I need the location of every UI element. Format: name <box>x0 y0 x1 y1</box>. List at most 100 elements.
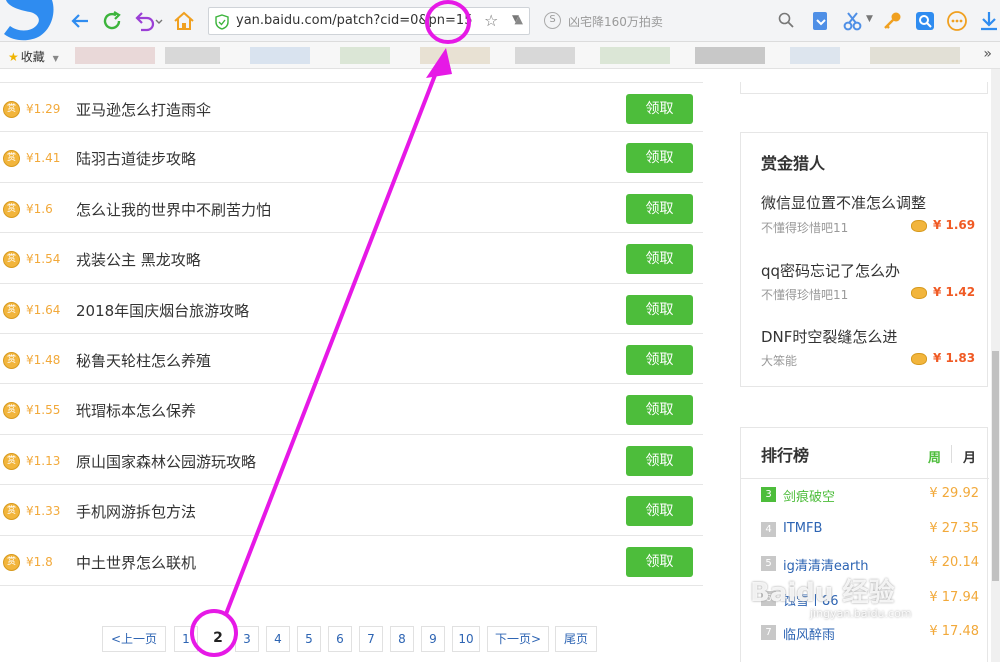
screenshot-scissors-icon[interactable] <box>842 10 864 32</box>
bookmark-item[interactable] <box>695 47 765 64</box>
question-title-link[interactable]: 秘鲁天轮柱怎么养殖 <box>76 350 211 371</box>
claim-button[interactable]: 领取 <box>626 496 693 527</box>
question-title-link[interactable]: 戎装公主 黑龙攻略 <box>76 249 201 270</box>
bookmark-item[interactable] <box>870 47 960 64</box>
reward-amount: ¥1.8 <box>26 554 53 569</box>
undo-icon[interactable] <box>132 9 164 33</box>
tab-week[interactable]: 周 <box>928 447 941 466</box>
favorites-label: 收藏 <box>20 50 45 64</box>
claim-button[interactable]: 领取 <box>626 546 693 577</box>
question-title-link[interactable]: 2018年国庆烟台旅游攻略 <box>76 300 249 321</box>
page-link[interactable]: 3 <box>235 626 259 652</box>
tab-divider <box>951 445 952 463</box>
key-icon[interactable] <box>882 10 904 32</box>
page-link[interactable]: 4 <box>266 626 290 652</box>
bounty-user[interactable]: 不懂得珍惜吧11 <box>761 219 848 236</box>
back-arrow-icon[interactable] <box>68 9 92 33</box>
question-title-link[interactable]: 怎么让我的世界中不刷苦力怕 <box>76 199 271 220</box>
search-box[interactable]: S 凶宅降160万拍卖 <box>537 8 799 34</box>
search-icon[interactable] <box>777 11 795 29</box>
leaderboard-row[interactable]: 7 临风醉雨 ¥ 17.48 <box>761 623 979 643</box>
browser-toolbar: yan.baidu.com/patch?cid=0&pn=15 ▲ ☆ ▼ S … <box>0 0 1000 42</box>
chevron-down-icon[interactable]: ▼ <box>512 14 519 24</box>
home-icon[interactable] <box>172 9 196 33</box>
page-link[interactable]: 1 <box>174 626 198 652</box>
favorites-button[interactable]: ★ 收藏 ▼ <box>8 48 59 65</box>
claim-button[interactable]: 领取 <box>626 344 693 375</box>
last-page-button[interactable]: 尾页 <box>555 626 597 652</box>
bounty-user[interactable]: 大笨能 <box>761 352 797 369</box>
rank-number: 4 <box>761 522 776 537</box>
reward-coin-icon: 赏 <box>3 553 20 571</box>
next-page-button[interactable]: 下一页> <box>487 626 549 652</box>
page-link[interactable]: 9 <box>421 626 445 652</box>
claim-button[interactable]: 领取 <box>626 294 693 325</box>
reward-coin-icon: 赏 <box>3 402 20 420</box>
claim-button[interactable]: 领取 <box>626 395 693 426</box>
bookmark-item[interactable] <box>790 47 840 64</box>
leaderboard-row[interactable]: 4 ITMFB ¥ 27.35 <box>761 520 979 540</box>
question-title-link[interactable]: 手机网游拆包方法 <box>76 501 196 522</box>
bookmark-item[interactable] <box>515 47 575 64</box>
rank-user-link[interactable]: 临风醉雨 <box>783 624 835 643</box>
leaderboard-row[interactable]: 5 ig清清清earth ¥ 20.14 <box>761 554 979 574</box>
page-link[interactable]: 6 <box>328 626 352 652</box>
claim-button[interactable]: 领取 <box>626 244 693 275</box>
leaderboard-row[interactable]: 3 剑痕破空 ¥ 29.92 <box>761 485 979 505</box>
reader-search-icon[interactable] <box>914 10 936 32</box>
save-page-icon[interactable] <box>810 10 832 32</box>
bounty-user[interactable]: 不懂得珍惜吧11 <box>761 286 848 303</box>
question-title-link[interactable]: 玳瑁标本怎么保养 <box>76 400 196 421</box>
rank-number: 7 <box>761 625 776 640</box>
bookmark-item[interactable] <box>420 47 490 64</box>
bookmark-item[interactable] <box>165 47 220 64</box>
question-row: 赏 ¥1.54 戎装公主 黑龙攻略 领取 <box>0 233 703 284</box>
question-row: 赏 ¥1.6 怎么让我的世界中不刷苦力怕 领取 <box>0 183 703 234</box>
question-title-link[interactable]: 亚马逊怎么打造雨伞 <box>76 99 211 120</box>
bookmark-item[interactable] <box>75 47 155 64</box>
address-bar[interactable]: yan.baidu.com/patch?cid=0&pn=15 ▲ <box>208 7 530 35</box>
reward-amount: ¥1.54 <box>26 252 61 267</box>
page-link[interactable]: 5 <box>297 626 321 652</box>
reward-amount: ¥1.13 <box>26 453 61 468</box>
claim-button[interactable]: 领取 <box>626 94 693 124</box>
bounty-reward: ¥ 1.42 <box>911 285 975 299</box>
search-engine-icon[interactable]: S <box>544 12 561 29</box>
leaderboard-panel: 排行榜 周 月 3 剑痕破空 ¥ 29.92 4 ITMFB ¥ 27.35 5… <box>740 427 989 662</box>
bookmark-item[interactable] <box>250 47 310 64</box>
rank-amount: ¥ 29.92 <box>929 486 979 501</box>
download-icon[interactable] <box>978 10 1000 32</box>
claim-button[interactable]: 领取 <box>626 193 693 224</box>
bounty-question-link[interactable]: DNF时空裂缝怎么进 <box>761 326 897 347</box>
page-link[interactable]: 8 <box>390 626 414 652</box>
page-current[interactable]: 2 <box>206 626 230 652</box>
rank-user-link[interactable]: ITMFB <box>783 521 822 536</box>
more-menu-icon[interactable] <box>946 10 968 32</box>
bookmark-item[interactable] <box>600 47 670 64</box>
prev-page-button[interactable]: <上一页 <box>102 626 166 652</box>
page-link[interactable]: 7 <box>359 626 383 652</box>
chevron-down-icon[interactable]: ▼ <box>866 14 873 24</box>
tab-month[interactable]: 月 <box>963 447 976 466</box>
chevron-down-icon: ▼ <box>52 54 59 63</box>
bookmark-item[interactable] <box>340 47 390 64</box>
claim-button[interactable]: 领取 <box>626 143 693 174</box>
bounty-question-link[interactable]: qq密码忘记了怎么办 <box>761 260 900 281</box>
question-title-link[interactable]: 原山国家森林公园游玩攻略 <box>76 451 256 472</box>
refresh-icon[interactable] <box>100 9 124 33</box>
page-scrollbar[interactable] <box>991 69 1000 662</box>
favorite-star-icon[interactable]: ☆ <box>484 11 498 30</box>
more-bookmarks-icon[interactable]: » <box>983 46 992 62</box>
url-text[interactable]: yan.baidu.com/patch?cid=0&pn=15 <box>236 13 472 28</box>
bounty-question-link[interactable]: 微信显位置不准怎么调整 <box>761 192 926 213</box>
claim-button[interactable]: 领取 <box>626 445 693 476</box>
page-link[interactable]: 10 <box>452 626 480 652</box>
question-title-link[interactable]: 中土世界怎么联机 <box>76 552 196 573</box>
question-title-link[interactable]: 陆羽古道徒步攻略 <box>76 148 196 169</box>
rank-amount: ¥ 17.48 <box>929 624 979 639</box>
question-list: 赏 ¥1.29 亚马逊怎么打造雨伞 领取赏 ¥1.41 陆羽古道徒步攻略 领取赏 ¥1.6 怎么… <box>0 82 703 586</box>
reward-coin-icon: 赏 <box>3 301 20 319</box>
search-input[interactable]: 凶宅降160万拍卖 <box>568 13 663 30</box>
scrollbar-thumb[interactable] <box>992 351 999 581</box>
rank-user-link[interactable]: 剑痕破空 <box>783 486 835 505</box>
